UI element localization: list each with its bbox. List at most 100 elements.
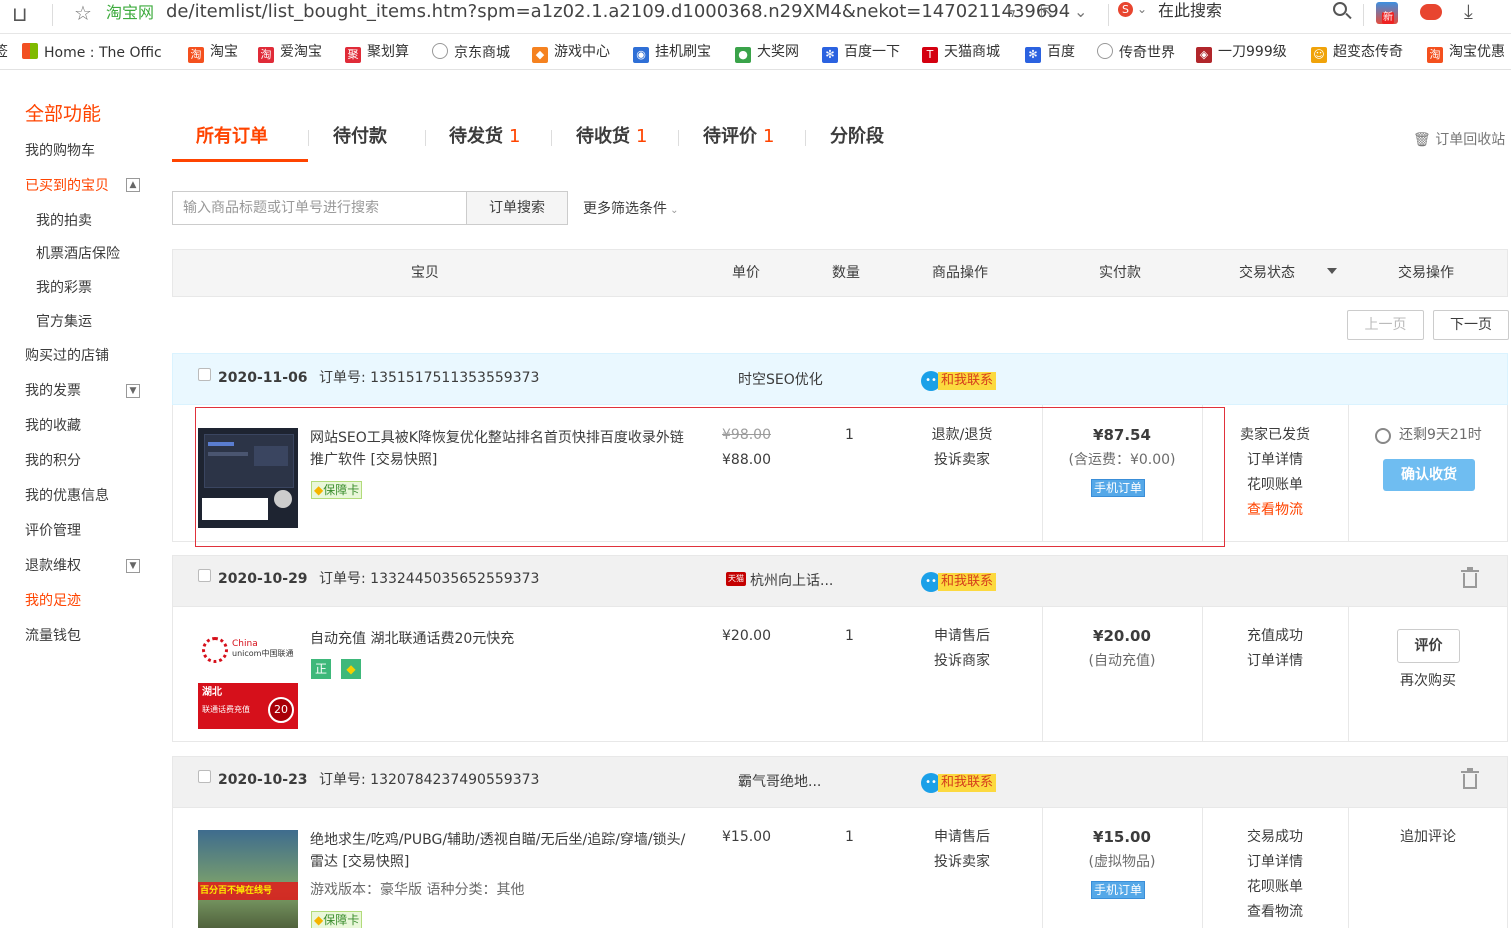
view-logistics-link[interactable]: 查看物流 <box>1225 498 1325 523</box>
order-select-checkbox[interactable] <box>198 368 211 381</box>
lightning-icon[interactable]: ϟ <box>1006 3 1017 21</box>
bookmark-item[interactable]: 聚聚划算 <box>345 43 409 63</box>
tab-1[interactable]: 待付款 <box>333 124 387 150</box>
product-title-link[interactable]: 网站SEO工具被K降恢复优化整站排名首页快排百度收录外链推广软件 [交易快照] <box>310 427 690 471</box>
bookmark-item[interactable]: 京东商城 <box>432 43 510 61</box>
huabei-bill-link[interactable]: 花呗账单 <box>1225 473 1325 498</box>
order-details-link[interactable]: 订单详情 <box>1225 649 1325 674</box>
sidebar-item[interactable]: 我的积分 <box>25 452 81 470</box>
product-title-link[interactable]: 绝地求生/吃鸡/PUBG/辅助/透视自瞄/无后坐/追踪/穿墙/锁头/雷达 [交易… <box>310 829 690 873</box>
tab-4[interactable]: 待评价 1 <box>703 124 774 150</box>
complain-link[interactable]: 投诉卖家 <box>912 448 1012 473</box>
search-engine-icon[interactable]: S <box>1118 2 1133 17</box>
expand-toggle-icon[interactable]: ▼ <box>126 559 140 573</box>
product-title-link[interactable]: 自动充值 湖北联通话费20元快充 <box>310 627 514 652</box>
tmall-icon: T <box>922 47 938 63</box>
bookmark-item[interactable]: ✻ 百度 <box>1025 43 1075 63</box>
tab-5[interactable]: 分阶段 <box>830 124 884 150</box>
bookmark-item[interactable]: ☺ 超变态传奇 <box>1311 43 1403 63</box>
order-search-input[interactable]: 输入商品标题或订单号进行搜索 <box>172 191 467 225</box>
next-page-button[interactable]: 下一页 <box>1433 310 1509 340</box>
order-details-link[interactable]: 订单详情 <box>1225 448 1325 473</box>
order-details-link[interactable]: 订单详情 <box>1225 850 1325 875</box>
sidebar-item[interactable]: 我的发票 <box>25 382 81 400</box>
sidebar-item[interactable]: 我的优惠信息 <box>25 487 109 505</box>
product-thumbnail[interactable] <box>198 428 298 528</box>
bookmark-item[interactable]: 淘淘宝 <box>188 43 238 63</box>
complain-link[interactable]: 投诉卖家 <box>912 850 1012 875</box>
url-field[interactable]: de/itemlist/list_bought_items.htm?spm=a1… <box>166 1 1070 23</box>
chevron-down-icon[interactable]: ⌄ <box>1074 3 1087 21</box>
sidebar-item[interactable]: 购买过的店铺 <box>25 347 109 365</box>
order-select-checkbox[interactable] <box>198 770 211 783</box>
product-thumbnail[interactable]: China unicom中国联通 湖北 联通话费充值 20 <box>198 629 298 729</box>
sidebar-item[interactable]: 已买到的宝贝 <box>25 177 109 195</box>
order-select-checkbox[interactable] <box>198 569 211 582</box>
sidebar-item[interactable]: 流量钱包 <box>25 627 81 645</box>
sidebar-item[interactable]: 我的收藏 <box>25 417 81 435</box>
refund-link[interactable]: 退款/退货 <box>912 423 1012 448</box>
chevron-down-icon[interactable]: ⌄ <box>1137 2 1147 16</box>
confirm-receipt-button[interactable]: 确认收货 <box>1383 459 1475 491</box>
contact-seller-button[interactable]: •• 和我联系 <box>921 572 997 592</box>
review-button[interactable]: 评价 <box>1397 629 1460 663</box>
bookmark-label: 淘宝优惠 <box>1449 44 1505 60</box>
bookmark-item[interactable]: 淘爱淘宝 <box>258 43 322 63</box>
column-header-status[interactable]: 交易状态 <box>1239 264 1295 282</box>
order-recycle-bin-link[interactable]: 🗑 订单回收站 <box>1413 131 1505 149</box>
bookmark-item[interactable]: 淘淘宝优惠 <box>1427 43 1505 63</box>
order-search-button[interactable]: 订单搜索 <box>466 191 568 225</box>
genuine-tag[interactable]: 正 <box>311 659 331 679</box>
reader-book-icon[interactable]: ⊔ <box>12 3 28 25</box>
guarantee-tag[interactable]: ◆保障卡 <box>311 481 363 499</box>
tab-2[interactable]: 待发货 1 <box>449 124 520 150</box>
shield-icon[interactable]: ◆ <box>341 659 361 679</box>
aitaobao-icon: 淘 <box>258 47 274 63</box>
append-review-link[interactable]: 追加评论 <box>1378 825 1478 850</box>
share-icon[interactable]: ⇱ <box>1040 3 1053 21</box>
bookmark-item[interactable]: ◆ 游戏中心 <box>532 43 610 63</box>
buy-again-link[interactable]: 再次购买 <box>1378 669 1478 694</box>
bookmark-item[interactable]: Home : The Offic <box>22 43 162 61</box>
bookmark-item[interactable]: ● 大奖网 <box>735 43 799 63</box>
guarantee-tag[interactable]: ◆保障卡 <box>311 911 363 928</box>
view-logistics-link[interactable]: 查看物流 <box>1225 900 1325 925</box>
bookmark-item[interactable]: ✻ 百度一下 <box>822 43 900 63</box>
sidebar-item[interactable]: 我的彩票 <box>36 279 92 297</box>
bookmark-star-icon[interactable]: ☆ <box>74 2 92 24</box>
sidebar-item[interactable]: 我的拍卖 <box>36 212 92 230</box>
bookmark-item[interactable]: ◉ 挂机刷宝 <box>633 43 711 63</box>
shop-name-link[interactable]: 霸气哥绝地... <box>738 773 821 791</box>
after-sale-link[interactable]: 申请售后 <box>912 825 1012 850</box>
shop-name-link[interactable]: 时空SEO优化 <box>738 371 823 389</box>
gamepad-icon[interactable] <box>1420 4 1442 20</box>
sidebar-item[interactable]: 官方集运 <box>36 313 92 331</box>
sidebar-item[interactable]: 机票酒店保险 <box>36 245 120 263</box>
prev-page-button[interactable]: 上一页 <box>1347 310 1424 340</box>
collapse-toggle-icon[interactable]: ▲ <box>126 178 140 192</box>
product-thumbnail[interactable]: 百分百不掉在线号 <box>198 830 298 928</box>
expand-toggle-icon[interactable]: ▼ <box>126 384 140 398</box>
contact-seller-button[interactable]: •• 和我联系 <box>921 371 997 391</box>
download-icon[interactable]: ⤓ <box>1464 0 1473 22</box>
contact-seller-button[interactable]: •• 和我联系 <box>921 773 997 793</box>
huabei-bill-link[interactable]: 花呗账单 <box>1225 875 1325 900</box>
more-filters-link[interactable]: 更多筛选条件 ⌄ <box>583 200 679 220</box>
sidebar-item[interactable]: 我的足迹 <box>25 592 81 610</box>
complain-link[interactable]: 投诉商家 <box>912 649 1012 674</box>
sidebar-item[interactable]: 退款维权 <box>25 557 81 575</box>
delete-order-trash-icon[interactable] <box>1461 768 1479 790</box>
bookmark-item[interactable]: ◈ 一刀999级 <box>1196 43 1287 63</box>
sidebar-item[interactable]: 评价管理 <box>25 522 81 540</box>
tab-0[interactable]: 所有订单 <box>196 124 268 150</box>
bookmark-partial[interactable]: 签 <box>0 43 8 61</box>
tab-3[interactable]: 待收货 1 <box>576 124 647 150</box>
after-sale-link[interactable]: 申请售后 <box>912 624 1012 649</box>
sidebar-item[interactable]: 我的购物车 <box>25 142 95 160</box>
shop-name-link[interactable]: 杭州向上话... <box>750 572 833 590</box>
bookmark-item[interactable]: T 天猫商城 <box>922 43 1000 63</box>
delete-order-trash-icon[interactable] <box>1461 567 1479 589</box>
bookmark-item[interactable]: 传奇世界 <box>1097 43 1175 61</box>
status-filter-dropdown-icon[interactable] <box>1327 268 1337 274</box>
browser-search-input[interactable]: 在此搜索 <box>1158 1 1222 21</box>
